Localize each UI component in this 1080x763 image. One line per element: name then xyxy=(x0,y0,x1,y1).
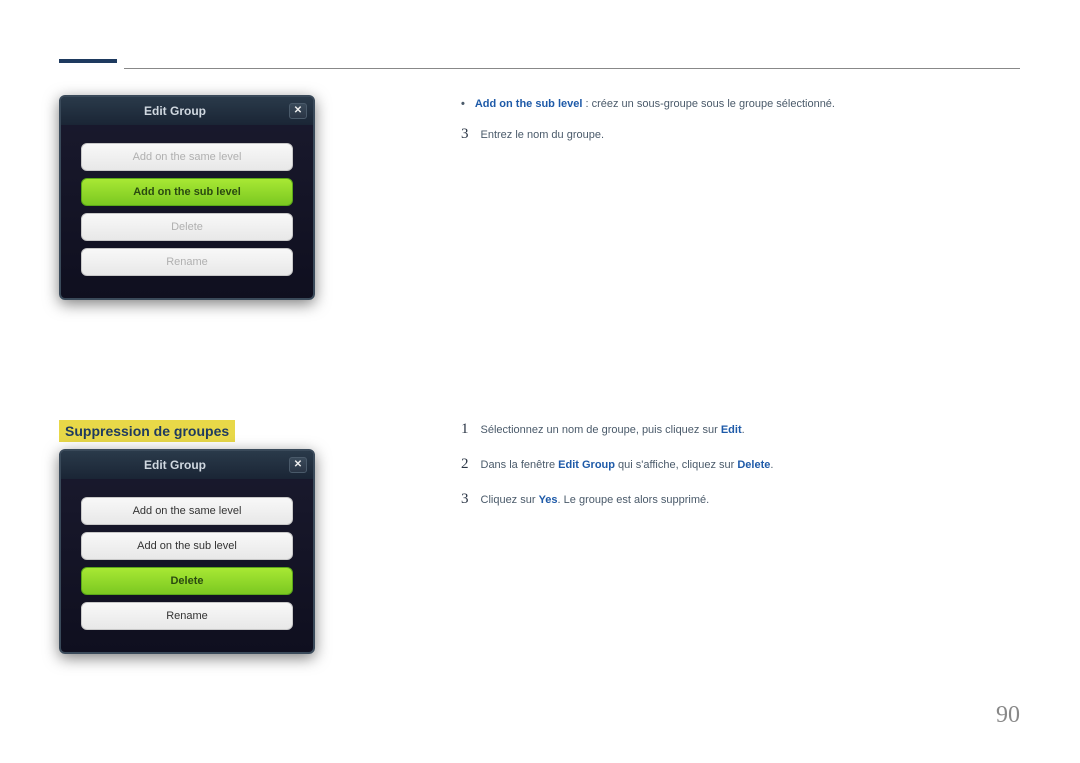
step-3c: 3 Cliquez sur Yes. Le groupe est alors s… xyxy=(461,491,709,508)
delete-button[interactable]: Delete xyxy=(81,213,293,241)
step-number: 3 xyxy=(461,491,469,508)
section-heading: Suppression de groupes xyxy=(59,420,235,442)
add-same-level-button[interactable]: Add on the same level xyxy=(81,143,293,171)
step-text: Dans la fenêtre Edit Group qui s'affiche… xyxy=(481,459,774,471)
close-icon[interactable]: ✕ xyxy=(289,103,307,119)
dialog-header: Edit Group ✕ xyxy=(61,451,313,479)
dialog-header: Edit Group ✕ xyxy=(61,97,313,125)
add-sub-level-button[interactable]: Add on the sub level xyxy=(81,178,293,206)
bullet-text: Add on the sub level : créez un sous-gro… xyxy=(475,98,835,110)
step-2b: 2 Dans la fenêtre Edit Group qui s'affic… xyxy=(461,456,773,473)
bullet-desc: : créez un sous-groupe sous le groupe sé… xyxy=(582,98,835,110)
edit-group-dialog-1: Edit Group ✕ Add on the same level Add o… xyxy=(59,95,315,300)
rename-button[interactable]: Rename xyxy=(81,248,293,276)
step-number: 1 xyxy=(461,421,469,438)
dialog-title: Edit Group xyxy=(61,104,289,118)
step-text: Sélectionnez un nom de groupe, puis cliq… xyxy=(481,424,745,436)
edit-group-dialog-2: Edit Group ✕ Add on the same level Add o… xyxy=(59,449,315,654)
add-same-level-button[interactable]: Add on the same level xyxy=(81,497,293,525)
dialog-body: Add on the same level Add on the sub lev… xyxy=(61,125,313,298)
step-3a: 3 Entrez le nom du groupe. xyxy=(461,126,604,143)
step-text: Cliquez sur Yes. Le groupe est alors sup… xyxy=(481,494,710,506)
step-text: Entrez le nom du groupe. xyxy=(481,129,605,141)
bullet-label: Add on the sub level xyxy=(475,98,583,110)
dialog-title: Edit Group xyxy=(61,458,289,472)
page-number: 90 xyxy=(996,702,1020,729)
step-number: 3 xyxy=(461,126,469,143)
bullet-item: • Add on the sub level : créez un sous-g… xyxy=(461,98,835,110)
step-1b: 1 Sélectionnez un nom de groupe, puis cl… xyxy=(461,421,745,438)
add-sub-level-button[interactable]: Add on the sub level xyxy=(81,532,293,560)
header-accent xyxy=(59,59,117,63)
rename-button[interactable]: Rename xyxy=(81,602,293,630)
dialog-body: Add on the same level Add on the sub lev… xyxy=(61,479,313,652)
delete-button[interactable]: Delete xyxy=(81,567,293,595)
close-icon[interactable]: ✕ xyxy=(289,457,307,473)
horizontal-rule xyxy=(124,68,1020,69)
bullet-dot: • xyxy=(461,98,465,110)
step-number: 2 xyxy=(461,456,469,473)
